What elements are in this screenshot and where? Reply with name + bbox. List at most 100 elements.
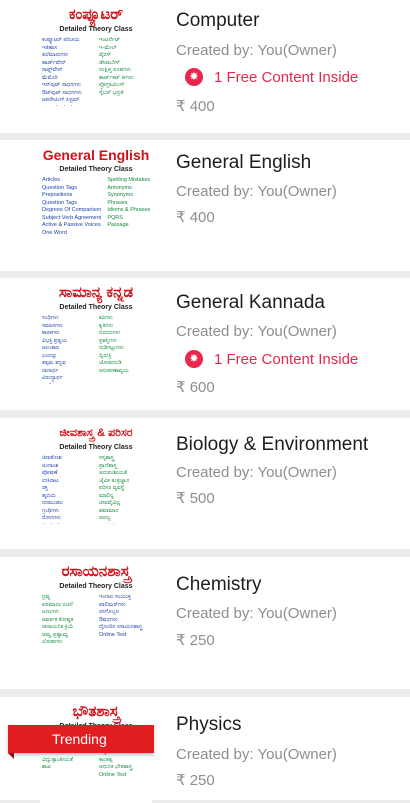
thumbnail-topic: ಆಧುನಿಕ ಭೌತಶಾಸ್ತ್ರ	[99, 764, 133, 770]
thumbnail-topic: ಬಿರುದುಗಳು	[99, 330, 121, 336]
thumbnail-topic: PQRS	[107, 214, 123, 221]
course-owner: Created by: You(Owner)	[176, 605, 337, 622]
thumbnail-topic: Antonyms	[107, 184, 132, 191]
course-price: ₹ 250	[176, 772, 215, 789]
thumbnail-topic: ಲೋಹಗಳು	[42, 639, 63, 645]
thumbnail-topic: Synonyms	[107, 192, 134, 198]
thumbnail-topic: ಕಂಪ್ಯೂಟರ್ ಪರಿಚಯ	[42, 37, 80, 43]
thumbnail-topic: ರೋಗಗಳು	[42, 515, 61, 521]
course-owner: Created by: You(Owner)	[176, 42, 337, 59]
thumbnail-topic: ಕಾರಕಗಳು	[42, 330, 60, 336]
thumbnail-topics-left: ದ್ರವ್ಯ ಪರಮಾಣು ರಚನೆ ಅಣುಗಳು ಆವರ್ತಕ ಕೋಷ್ಟಕ ರಾಸಾ…	[42, 594, 93, 646]
thumbnail-topic: ನರಮಂಡಲ	[42, 500, 63, 506]
thumbnail-topic: One Word	[42, 229, 67, 236]
thumbnail-topics-right: ಕವಿಗಳು ಕೃತಿಗಳು ಬಿರುದುಗಳು ಪ್ರಶಸ್ತಿಗಳು ನುಡಿಗಟ್…	[99, 315, 150, 384]
star-badge-icon: ✸	[185, 68, 203, 86]
thumbnail-topic: Idioms & Phrases	[107, 207, 151, 213]
thumbnail-topic: ದ್ವಿರುಕ್ತಿ	[99, 352, 112, 359]
thumbnail-subtitle: Detailed Theory Class	[59, 304, 133, 311]
course-card-biology-environment[interactable]: ಜೀವಶಾಸ್ತ್ರ & ಪರಿಸರ Detailed Theory Class…	[0, 418, 410, 549]
course-card-computer[interactable]: ಕಂಪ್ಯೂಟರ್ Detailed Theory Class ಕಂಪ್ಯೂಟರ…	[0, 0, 410, 133]
thumbnail-topic: ದ್ರವ್ಯ	[42, 594, 51, 600]
thumbnail-topic: ಇ-ಮೇಲ್	[99, 44, 117, 51]
thumbnail-title: ರಸಾಯನಶಾಸ್ತ್ರ	[61, 563, 131, 580]
course-title: Computer	[176, 10, 260, 31]
course-card-chemistry[interactable]: ರಸಾಯನಶಾಸ್ತ್ರ Detailed Theory Class ದ್ರವ್…	[0, 557, 410, 689]
thumbnail-topic: ಗ್ರಂಥಿಗಳು	[42, 507, 59, 514]
thumbnail-topic: ಉಸಿರಾಟ	[42, 477, 59, 484]
thumbnail-topic: ಪೋಷಣೆ	[42, 470, 58, 476]
thumbnail-topic: Question Tags	[42, 184, 78, 191]
thumbnail-topics-right: Spelling Mistakes Antonyms Synonyms Phrases…	[107, 177, 150, 236]
thumbnail-title: ಜೀವಶಾಸ್ತ್ರ & ಪರಿಸರ	[59, 427, 133, 439]
thumbnail-topic: ತತ್ಸಮ ತದ್ಭವ	[42, 360, 66, 366]
course-price: ₹ 400	[176, 98, 215, 115]
thumbnail-topic: ಆವರ್ತಕ ಕೋಷ್ಟಕ	[42, 616, 74, 623]
thumbnail-topic: ಪ್ರಶಸ್ತಿಗಳು	[99, 337, 117, 344]
thumbnail-topic: ಸಮಾಸಗಳು	[42, 322, 63, 329]
thumbnail-topic: ತಲೆಮಾರುಗಳು	[42, 52, 69, 58]
thumbnail-title: ಭೌತಶಾಸ್ತ್ರ	[72, 703, 120, 720]
thumbnail-topic: ಅಣುಗಳು	[42, 609, 59, 615]
course-title: General English	[176, 152, 312, 173]
thumbnail-topic: ಔಷಧಗಳು	[99, 616, 118, 623]
thumbnail-topic: ಪರಿಸರ ವ್ಯವಸ್ಥೆ	[99, 485, 125, 491]
trending-ribbon: Trending	[8, 725, 154, 759]
course-thumbnail: ಕಂಪ್ಯೂಟರ್ Detailed Theory Class ಕಂಪ್ಯೂಟರ…	[40, 6, 152, 106]
course-thumbnail: ರಸಾಯನಶಾಸ್ತ್ರ Detailed Theory Class ದ್ರವ್…	[40, 563, 152, 663]
thumbnail-topic: Spelling Mistakes	[107, 177, 151, 183]
thumbnail-topic: ಪಾಲಿಮರ್‌ಗಳು	[99, 601, 126, 608]
thumbnail-topic: ವೈರಸ್	[99, 52, 111, 58]
course-owner: Created by: You(Owner)	[176, 323, 337, 340]
thumbnail-title: ಸಾಮಾನ್ಯ ಕನ್ನಡ	[58, 284, 134, 301]
thumbnail-topic: ಗಾದೆಗಳು	[42, 383, 93, 385]
thumbnail-topic: ಆಪರೇಟಿಂಗ್ ಸಿಸ್ಟಮ್	[42, 97, 80, 103]
thumbnail-topic: ವಿಭಕ್ತಿ ಪ್ರತ್ಯಯ	[42, 337, 68, 344]
thumbnail-topic: ಸಂಕ್ಷಿಪ್ತ ರೂಪಗಳು	[99, 67, 131, 73]
thumbnail-topic: ಅನುವಂಶೀಯತೆ	[99, 470, 128, 476]
course-title: Biology & Environment	[176, 434, 369, 455]
thumbnail-topic: ಸಾಫ್ಟ್‌ವೇರ್	[42, 67, 63, 73]
thumbnail-topic: Degrees Of Comparison	[42, 207, 102, 213]
thumbnail-topic: ರಸಗೊಬ್ಬರ	[99, 609, 119, 615]
free-content-label: 1 Free Content Inside	[214, 68, 359, 86]
thumbnail-topic: ಇತಿಹಾಸ	[42, 44, 58, 51]
thumbnail-topic: ಸಂಧಿಗಳು	[42, 315, 59, 321]
thumbnail-topic: ರಕ್ತ	[42, 485, 48, 491]
thumbnail-topic: Prepositions	[42, 192, 73, 198]
course-thumbnail: General English Detailed Theory Class Ar…	[40, 146, 152, 246]
thumbnail-topics-left: ಸಂಧಿಗಳು ಸಮಾಸಗಳು ಕಾರಕಗಳು ವಿಭಕ್ತಿ ಪ್ರತ್ಯಯ ಅಲಂಕ…	[42, 315, 93, 384]
thumbnail-topic: ಅಲಂಕಾರ	[42, 345, 59, 351]
thumbnail-topic: ಔಟ್‌ಪುಟ್ ಸಾಧನಗಳು	[42, 89, 82, 96]
thumbnail-topic: ಜೀವವೈವಿಧ್ಯ	[99, 500, 121, 506]
thumbnail-topic: ಜೀವಕೋಶ	[42, 455, 62, 461]
thumbnail-topic: ಇಂಟರ್ನೆಟ್	[99, 37, 121, 43]
course-thumbnail: ಜೀವಶಾಸ್ತ್ರ & ಪರಿಸರ Detailed Theory Class…	[40, 424, 152, 524]
thumbnail-topic: Articles	[42, 177, 61, 183]
free-content-label: 1 Free Content Inside	[214, 350, 359, 368]
thumbnail-topic: ಜೈವಿಕ ತಂತ್ರಜ್ಞಾನ	[99, 477, 130, 484]
course-title: General Kannada	[176, 292, 325, 313]
thumbnail-subtitle: Detailed Theory Class	[59, 26, 133, 33]
thumbnail-topics-right: ಇಂಗಾಲ ಸಂಯುಕ್ತ ಪಾಲಿಮರ್‌ಗಳು ರಸಗೊಬ್ಬರ ಔಷಧಗಳು ದೈ…	[99, 594, 150, 646]
thumbnail-topic: ಹೃದಯ	[42, 492, 56, 499]
thumbnail-topic: ಹಾರ್ಡ್‌ವೇರ್	[42, 59, 66, 66]
thumbnail-topic: ವಿರುದ್ಧಾರ್ಥ	[42, 375, 63, 381]
course-card-general-english[interactable]: General English Detailed Theory Class Ar…	[0, 140, 410, 271]
course-card-general-kannada[interactable]: ಸಾಮಾನ್ಯ ಕನ್ನಡ Detailed Theory Class ಸಂಧಿ…	[0, 278, 410, 410]
course-title: Physics	[176, 714, 242, 735]
course-thumbnail: ಸಾಮಾನ್ಯ ಕನ್ನಡ Detailed Theory Class ಸಂಧಿ…	[40, 284, 152, 384]
thumbnail-subtitle: Detailed Theory Class	[59, 583, 133, 590]
thumbnail-topic: Active & Passive Voices	[42, 222, 101, 228]
thumbnail-topic: ಸಸ್ಯಶಾಸ್ತ್ರ	[99, 455, 115, 461]
thumbnail-topic: ಶಾಖ	[42, 764, 51, 770]
thumbnail-topic: Phrases	[107, 199, 128, 206]
course-owner: Created by: You(Owner)	[176, 464, 337, 481]
thumbnail-topics-left: ಜೀವಕೋಶ ಅಂಗಾಂಶ ಪೋಷಣೆ ಉಸಿರಾಟ ರಕ್ತ ಹೃದಯ ನರಮಂಡಲ ಗ್ರ…	[42, 455, 93, 524]
thumbnail-subtitle: Detailed Theory Class	[59, 166, 133, 173]
thumbnail-topic: ಆಮ್ಲ ಪ್ರತ್ಯಾಮ್ಲ	[42, 631, 69, 638]
course-price: ₹ 600	[176, 379, 215, 396]
star-badge-icon: ✸	[185, 350, 203, 368]
thumbnail-topic: ವನ್ಯಜೀವಿ	[99, 523, 150, 525]
thumbnail-subtitle: Detailed Theory Class	[59, 444, 133, 451]
